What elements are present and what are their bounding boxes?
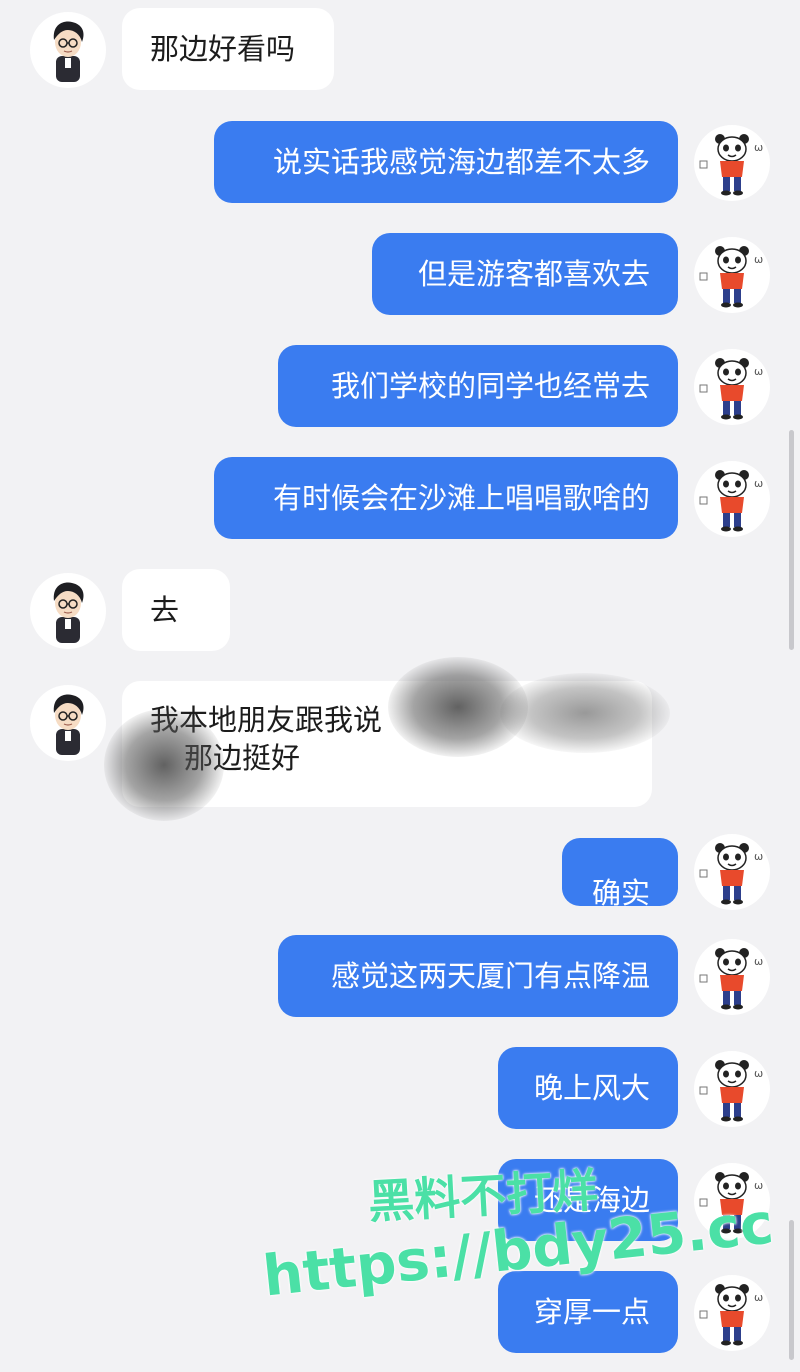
self-avatar[interactable]: [694, 1051, 770, 1127]
message-text: 确实: [591, 876, 650, 906]
scrollbar[interactable]: [789, 1220, 794, 1360]
message-text: 但是游客都喜欢去: [417, 257, 650, 291]
message-bubble[interactable]: 说实话我感觉海边都差不太多: [214, 121, 678, 203]
self-avatar[interactable]: [694, 461, 770, 537]
message-text: 感觉这两天厦门有点降温: [330, 959, 650, 993]
message-bubble[interactable]: 晚上风大: [498, 1047, 678, 1129]
message-bubble[interactable]: 有时候会在沙滩上唱唱歌啥的: [214, 457, 678, 539]
message-bubble[interactable]: 但是游客都喜欢去: [372, 233, 678, 315]
message-bubble[interactable]: 感觉这两天厦门有点降温: [278, 935, 678, 1017]
message-bubble[interactable]: 确实: [562, 838, 678, 906]
censor-scribble: [500, 673, 670, 753]
message-text: 说实话我感觉海边都差不太多: [272, 145, 650, 179]
scrollbar[interactable]: [789, 430, 794, 650]
self-avatar[interactable]: [694, 349, 770, 425]
message-text: 晚上风大: [533, 1071, 650, 1105]
message-text: 那边好看吗: [150, 32, 296, 66]
censor-scribble: [104, 709, 224, 821]
message-bubble[interactable]: 那边好看吗: [122, 8, 334, 90]
self-avatar[interactable]: [694, 1275, 770, 1351]
message-bubble[interactable]: 我们学校的同学也经常去: [278, 345, 678, 427]
message-text: 有时候会在沙滩上唱唱歌啥的: [272, 481, 650, 515]
contact-avatar[interactable]: [30, 685, 106, 761]
message-bubble[interactable]: 去: [122, 569, 230, 651]
contact-avatar[interactable]: [30, 12, 106, 88]
message-text: 穿厚一点: [533, 1295, 650, 1329]
contact-avatar[interactable]: [30, 573, 106, 649]
self-avatar[interactable]: [694, 939, 770, 1015]
message-bubble[interactable]: 穿厚一点: [498, 1271, 678, 1353]
self-avatar[interactable]: [694, 237, 770, 313]
self-avatar[interactable]: [694, 125, 770, 201]
message-text: 去: [150, 593, 180, 627]
message-text: 我们学校的同学也经常去: [330, 369, 650, 403]
self-avatar[interactable]: [694, 834, 770, 910]
